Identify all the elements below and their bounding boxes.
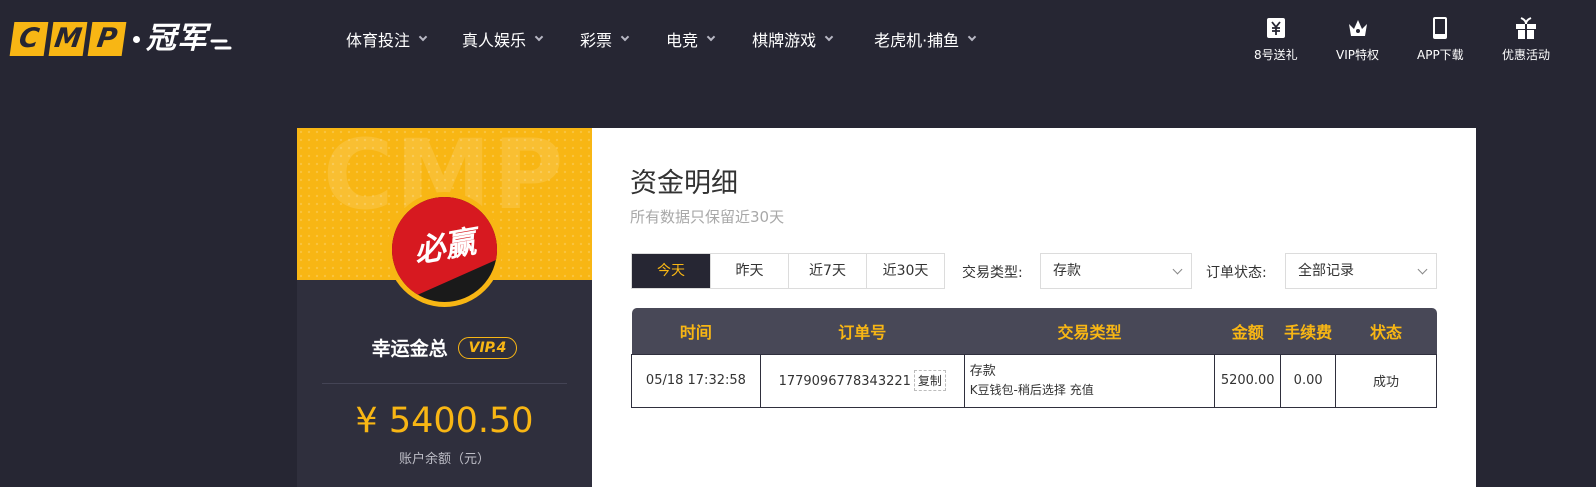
quick-link-label: APP下载	[1417, 48, 1464, 62]
chevron-down-icon	[534, 32, 544, 42]
nav-item-card-games[interactable]: 棋牌游戏	[752, 27, 834, 51]
nav-item-label: 电竞	[666, 31, 699, 50]
logo-dot	[133, 35, 140, 43]
username: 幸运金总	[371, 338, 448, 360]
nav-item-sports[interactable]: 体育投注	[346, 27, 428, 51]
logo-letter-m: M	[48, 22, 88, 56]
quick-link-vip[interactable]: VIP特权	[1336, 16, 1379, 63]
order-status-value: 全部记录	[1298, 263, 1354, 279]
fund-details-panel: 资金明细 所有数据只保留近30天 今天 昨天 近7天 近30天 交易类型: 存款…	[592, 128, 1476, 487]
transaction-type: 存款	[969, 363, 996, 379]
nav-item-label: 体育投注	[346, 31, 411, 50]
tab-last-30-days[interactable]: 近30天	[866, 254, 944, 288]
copy-button[interactable]: 复制	[913, 370, 946, 391]
cell-fee: 0.00	[1280, 353, 1337, 408]
cell-status: 成功	[1335, 353, 1437, 408]
order-number: 1779096778343221	[778, 374, 911, 389]
account-balance: ¥ 5400.50	[355, 401, 534, 441]
quick-link-label: VIP特权	[1336, 48, 1379, 62]
order-status-select[interactable]: 全部记录	[1285, 253, 1437, 289]
yen-gift-icon	[1266, 18, 1285, 38]
phone-icon	[1433, 17, 1448, 39]
tab-today[interactable]: 今天	[632, 254, 710, 288]
column-header-type: 交易类型	[964, 308, 1215, 354]
quick-link-gift-8th[interactable]: 8号送礼	[1254, 16, 1298, 63]
page-subtitle: 所有数据只保留近30天	[630, 208, 785, 226]
nav-item-slots-fishing[interactable]: 老虎机·捕鱼	[874, 27, 977, 51]
quick-link-app-download[interactable]: APP下载	[1417, 16, 1464, 63]
account-balance-label: 账户余额（元）	[398, 452, 490, 467]
chevron-down-icon	[824, 32, 834, 42]
column-header-fee: 手续费	[1280, 308, 1336, 354]
logo-text: 冠军	[146, 21, 208, 56]
cell-amount: 5200.00	[1214, 353, 1282, 408]
tab-yesterday[interactable]: 昨天	[710, 254, 788, 288]
vip-badge[interactable]: VIP.4	[457, 336, 518, 359]
chevron-down-icon	[620, 32, 630, 42]
table-header-row: 时间 订单号 交易类型 金额 手续费 状态	[631, 308, 1437, 354]
profile-panel: CMP 必赢 幸运金总 VIP.4 ¥ 5400.50 账户余额（元）	[297, 128, 592, 487]
chevron-down-icon	[706, 32, 716, 42]
transaction-type-value: 存款	[1053, 263, 1081, 279]
column-header-amount: 金额	[1214, 308, 1281, 354]
quick-link-label: 优惠活动	[1502, 48, 1551, 62]
cell-time: 05/18 17:32:58	[631, 353, 761, 408]
logo-swoosh-icon	[210, 39, 232, 50]
nav-item-lottery[interactable]: 彩票	[580, 27, 630, 51]
table-row: 05/18 17:32:58 1779096778343221 复制 存款 K豆钱…	[631, 353, 1437, 408]
cell-type: 存款 K豆钱包-稍后选择 充值	[963, 353, 1216, 408]
logo-letter-c: C	[9, 22, 49, 56]
transactions-table: 时间 订单号 交易类型 金额 手续费 状态 05/18 17:32:58 177…	[631, 308, 1437, 408]
tab-last-7-days[interactable]: 近7天	[788, 254, 866, 288]
order-status-label: 订单状态:	[1206, 265, 1267, 281]
column-header-order-no: 订单号	[760, 308, 965, 354]
column-header-status: 状态	[1335, 308, 1437, 354]
crown-icon	[1348, 20, 1367, 36]
gift-icon	[1516, 17, 1536, 39]
nav-item-label: 彩票	[580, 31, 613, 50]
nav-item-live-casino[interactable]: 真人娱乐	[462, 27, 544, 51]
cell-order-no: 1779096778343221 复制	[759, 353, 965, 408]
date-range-tabs: 今天 昨天 近7天 近30天	[631, 253, 945, 289]
nav-item-esports[interactable]: 电竞	[666, 27, 716, 51]
transaction-type-detail: K豆钱包-稍后选择 充值	[969, 382, 1094, 397]
chevron-down-icon	[1172, 264, 1183, 275]
page-title: 资金明细	[630, 168, 738, 199]
logo-letter-p: P	[87, 22, 127, 56]
column-header-time: 时间	[631, 308, 761, 354]
nav-item-label: 真人娱乐	[462, 31, 527, 50]
nav-item-label: 老虎机·捕鱼	[874, 31, 960, 50]
divider	[322, 383, 567, 384]
transaction-type-label: 交易类型:	[962, 265, 1023, 281]
main-nav: 体育投注 真人娱乐 彩票 电竞 棋牌游戏 老虎机·捕鱼	[346, 27, 977, 51]
avatar-image: 必赢	[392, 197, 497, 302]
chevron-down-icon	[1417, 264, 1428, 275]
quick-link-promotions[interactable]: 优惠活动	[1502, 16, 1550, 63]
username-row: 幸运金总 VIP.4	[297, 334, 592, 361]
nav-item-label: 棋牌游戏	[752, 31, 817, 50]
transaction-type-select[interactable]: 存款	[1040, 253, 1192, 289]
logo[interactable]: C M P 冠军	[9, 21, 232, 56]
chevron-down-icon	[418, 32, 428, 42]
avatar[interactable]: 必赢	[387, 192, 502, 307]
chevron-down-icon	[967, 32, 977, 42]
quick-link-label: 8号送礼	[1254, 48, 1298, 62]
